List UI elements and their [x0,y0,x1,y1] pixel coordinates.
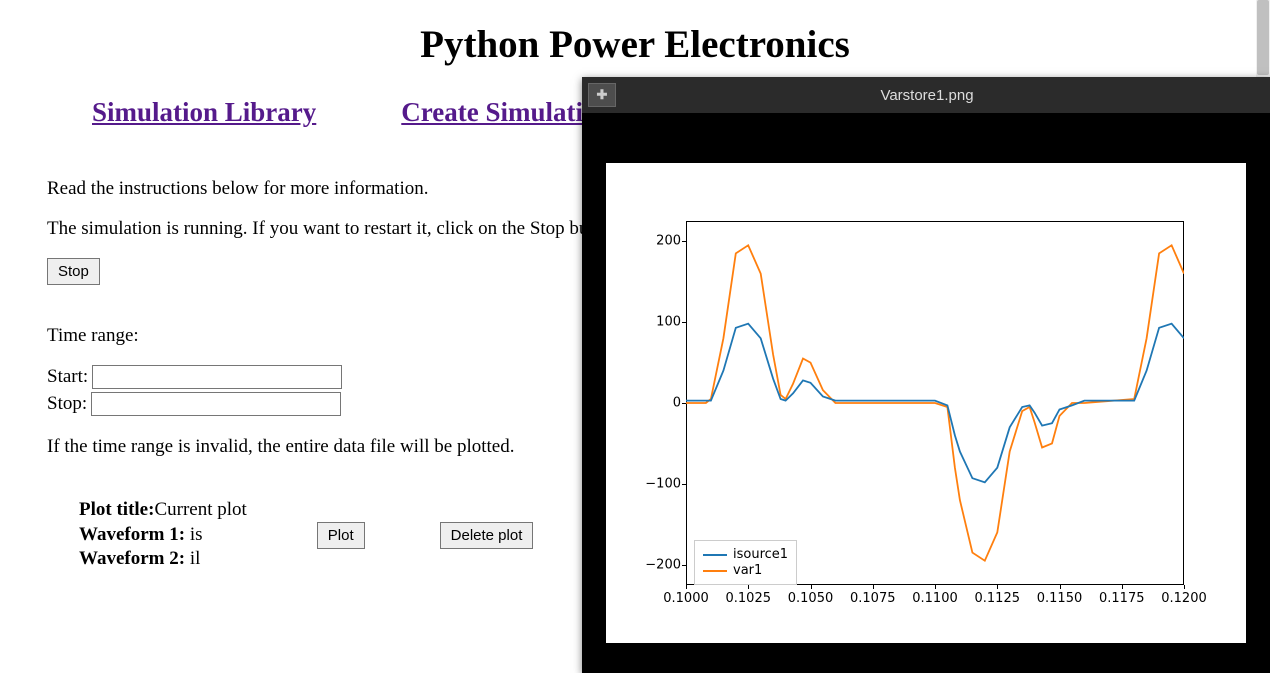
waveform1-value: is [185,524,202,545]
waveform2-value: il [185,548,200,569]
waveform1-label: Waveform 1: [79,524,185,545]
delete-plot-button[interactable]: Delete plot [440,522,534,549]
x-tick-label: 0.1000 [663,591,709,606]
plot-button[interactable]: Plot [317,522,365,549]
nav-create-simulation[interactable]: Create Simulation [401,97,611,128]
x-tick-label: 0.1100 [912,591,958,606]
waveform2-label: Waveform 2: [79,548,185,569]
legend-label-var1: var1 [733,563,762,578]
viewer-content: isource1 var1 −200 −100 0 100 200 0.1000 0.10… [582,113,1270,653]
page-title: Python Power Electronics [47,22,1223,67]
y-tick-label: 0 [621,396,681,411]
plot-title-label: Plot title: [79,499,154,520]
y-tick-label: 100 [621,315,681,330]
chart-legend: isource1 var1 [694,540,797,585]
x-tick-label: 0.1150 [1037,591,1083,606]
y-tick-label: −100 [621,476,681,491]
stop-input[interactable] [91,392,341,416]
y-tick-label: 200 [621,234,681,249]
plot-title-value: Current plot [154,499,246,520]
plot-info: Plot title:Current plot Waveform 1: is W… [79,498,247,572]
viewer-title: Varstore1.png [880,87,973,104]
x-tick-label: 0.1075 [850,591,896,606]
legend-label-isource1: isource1 [733,547,788,562]
legend-swatch-isource1 [703,554,727,556]
image-viewer-window: ✚ Varstore1.png isource1 var1 −200 −100 0 1… [582,77,1270,673]
stop-label: Stop: [47,393,87,415]
chart-svg [686,221,1184,585]
x-tick-label: 0.1050 [788,591,834,606]
x-tick-label: 0.1175 [1099,591,1145,606]
y-tick-label: −200 [621,557,681,572]
stop-button[interactable]: Stop [47,258,100,285]
plus-icon: ✚ [597,87,608,103]
legend-swatch-var1 [703,570,727,572]
viewer-titlebar[interactable]: ✚ Varstore1.png [582,77,1270,113]
scrollbar-thumb[interactable] [1257,0,1269,75]
x-tick-label: 0.1025 [726,591,772,606]
x-tick-label: 0.1200 [1161,591,1207,606]
nav-simulation-library[interactable]: Simulation Library [92,97,316,128]
chart-canvas: isource1 var1 −200 −100 0 100 200 0.1000 0.10… [606,163,1246,643]
viewer-add-button[interactable]: ✚ [588,83,616,107]
start-label: Start: [47,366,88,388]
start-input[interactable] [92,365,342,389]
x-tick-label: 0.1125 [975,591,1021,606]
